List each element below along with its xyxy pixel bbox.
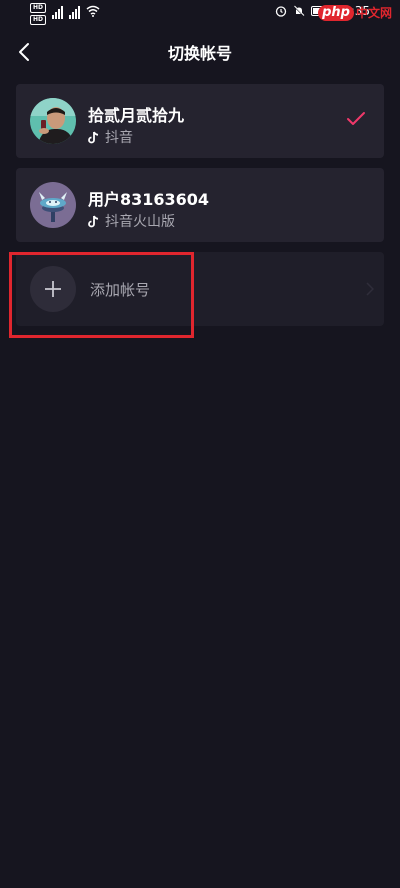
account-app-label: 抖音火山版 bbox=[105, 214, 175, 230]
watermark-text: 中文网 bbox=[355, 6, 392, 20]
watermark-logo: php bbox=[318, 4, 354, 21]
account-item[interactable]: 用户83163604 抖音火山版 bbox=[16, 168, 384, 242]
account-name: 用户83163604 bbox=[88, 190, 210, 209]
signal-icon bbox=[52, 5, 64, 19]
watermark: php 中文网 bbox=[318, 4, 392, 21]
chevron-right-icon bbox=[366, 282, 374, 296]
status-bar-left: HD HD bbox=[30, 3, 100, 25]
account-list: 拾贰月贰拾九 抖音 用户83163604 抖音火山版 添加帐号 bbox=[16, 84, 384, 326]
tiktok-icon bbox=[88, 215, 99, 227]
check-icon bbox=[347, 112, 365, 125]
hd-badges: HD HD bbox=[30, 3, 47, 25]
avatar bbox=[30, 182, 76, 228]
hd-badge: HD bbox=[30, 15, 47, 25]
account-app: 抖音 bbox=[88, 127, 133, 147]
mute-bell-icon bbox=[294, 5, 305, 17]
account-app-label: 抖音 bbox=[105, 130, 133, 146]
hd-badge: HD bbox=[30, 3, 47, 13]
tiktok-icon bbox=[88, 131, 99, 143]
page-title: 切换帐号 bbox=[167, 44, 232, 63]
account-name: 拾贰月贰拾九 bbox=[88, 106, 185, 125]
plus-icon bbox=[30, 266, 76, 312]
signal-icon bbox=[69, 5, 81, 19]
alarm-icon bbox=[276, 6, 287, 17]
account-item[interactable]: 拾贰月贰拾九 抖音 bbox=[16, 84, 384, 158]
wifi-icon bbox=[86, 5, 100, 17]
add-account-button[interactable]: 添加帐号 bbox=[16, 252, 384, 326]
header: 切换帐号 bbox=[0, 30, 400, 74]
add-account-label: 添加帐号 bbox=[90, 281, 151, 299]
account-app: 抖音火山版 bbox=[88, 211, 175, 231]
avatar bbox=[30, 98, 76, 144]
